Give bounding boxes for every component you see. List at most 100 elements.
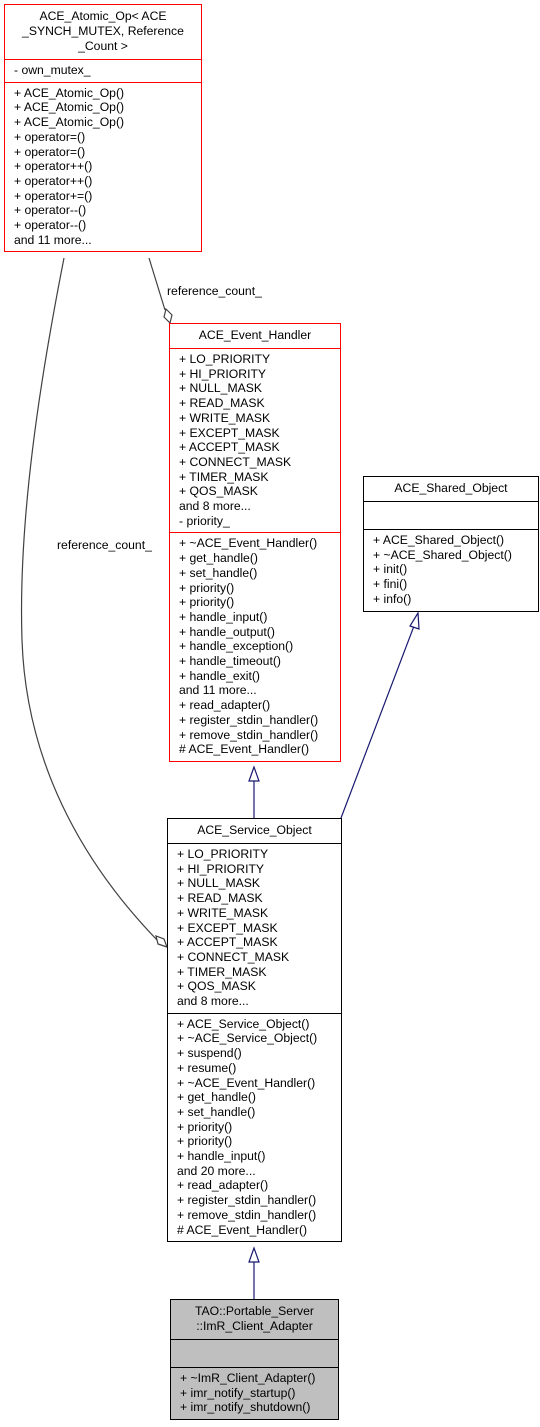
member-method[interactable]: + set_handle() xyxy=(179,566,334,581)
edge-inherit-shared-object xyxy=(340,625,415,819)
member-method[interactable]: + ~ACE_Event_Handler() xyxy=(179,536,334,551)
member-method[interactable]: + suspend() xyxy=(177,1046,335,1061)
member-attribute[interactable]: and 8 more... xyxy=(177,994,335,1009)
attributes-section: + LO_PRIORITY + HI_PRIORITY + NULL_MASK + R… xyxy=(168,843,341,1013)
member-method[interactable]: + imr_notify_startup() xyxy=(180,1386,332,1401)
member-attribute[interactable]: + QOS_MASK xyxy=(179,484,334,499)
member-attribute[interactable]: + NULL_MASK xyxy=(179,381,334,396)
member-method[interactable]: + operator++() xyxy=(14,159,195,174)
member-method[interactable]: + remove_stdin_handler() xyxy=(179,728,334,743)
member-method[interactable]: + handle_exception() xyxy=(179,639,334,654)
member-attribute[interactable]: + READ_MASK xyxy=(177,891,335,906)
member-method[interactable]: + operator--() xyxy=(14,218,195,233)
member-method[interactable]: + read_adapter() xyxy=(179,698,334,713)
member-attribute[interactable]: + TIMER_MASK xyxy=(179,470,334,485)
title-line: _SYNCH_MUTEX, Reference xyxy=(22,24,184,38)
member-attribute[interactable]: + TIMER_MASK xyxy=(177,965,335,980)
member-attribute[interactable]: + ACCEPT_MASK xyxy=(177,935,335,950)
member-method[interactable]: and 11 more... xyxy=(179,683,334,698)
edge-reference-count-event-handler xyxy=(148,257,166,311)
member-method[interactable]: + init() xyxy=(373,562,532,577)
member-method[interactable]: and 11 more... xyxy=(14,233,195,248)
class-ace-atomic-op[interactable]: ACE_Atomic_Op< ACE _SYNCH_MUTEX, Referen… xyxy=(4,4,202,253)
member-method[interactable]: + get_handle() xyxy=(177,1090,335,1105)
methods-section: + ~ACE_Event_Handler() + get_handle() + se… xyxy=(170,532,340,761)
member-method[interactable]: + operator++() xyxy=(14,174,195,189)
member-attribute[interactable]: + CONNECT_MASK xyxy=(179,455,334,470)
class-ace-shared-object[interactable]: ACE_Shared_Object + ACE_Shared_Object() +… xyxy=(363,476,539,612)
class-ace-event-handler[interactable]: ACE_Event_Handler + LO_PRIORITY + HI_PRIO… xyxy=(169,323,341,762)
member-method[interactable]: + fini() xyxy=(373,577,532,592)
member-method[interactable]: # ACE_Event_Handler() xyxy=(177,1223,335,1238)
methods-section: + ACE_Atomic_Op() + ACE_Atomic_Op() + ACE_… xyxy=(5,81,201,252)
methods-section: + ACE_Service_Object() + ~ACE_Service_Obj… xyxy=(168,1012,341,1242)
member-method[interactable]: + priority() xyxy=(179,595,334,610)
member-method[interactable]: + register_stdin_handler() xyxy=(177,1193,335,1208)
member-method[interactable]: + set_handle() xyxy=(177,1105,335,1120)
member-method[interactable]: + ~ACE_Shared_Object() xyxy=(373,548,532,563)
member-attribute[interactable]: + WRITE_MASK xyxy=(177,906,335,921)
member-method[interactable]: + ACE_Atomic_Op() xyxy=(14,100,195,115)
attributes-section xyxy=(171,1339,338,1367)
member-method[interactable]: + priority() xyxy=(177,1134,335,1149)
member-attribute[interactable]: + LO_PRIORITY xyxy=(177,847,335,862)
member-method[interactable]: + operator--() xyxy=(14,203,195,218)
member-attribute[interactable]: + CONNECT_MASK xyxy=(177,950,335,965)
class-title: ACE_Shared_Object xyxy=(364,477,538,501)
title-line: ACE_Service_Object xyxy=(197,823,312,837)
member-method[interactable]: + resume() xyxy=(177,1061,335,1076)
member-attribute[interactable]: - priority_ xyxy=(179,514,334,529)
member-method[interactable]: + handle_input() xyxy=(179,610,334,625)
edge-label-reference-count: reference_count_ xyxy=(57,538,152,552)
member-attribute[interactable]: + HI_PRIORITY xyxy=(177,862,335,877)
member-method[interactable]: + register_stdin_handler() xyxy=(179,713,334,728)
member-method[interactable]: + priority() xyxy=(177,1120,335,1135)
member-attribute[interactable]: and 8 more... xyxy=(179,499,334,514)
attributes-section: - own_mutex_ xyxy=(5,59,201,82)
edge-reference-count-service-object xyxy=(20,257,158,941)
edge-label-reference-count: reference_count_ xyxy=(167,284,262,298)
title-line: ACE_Shared_Object xyxy=(394,481,508,495)
member-attribute[interactable]: + ACCEPT_MASK xyxy=(179,440,334,455)
member-attribute[interactable]: + EXCEPT_MASK xyxy=(179,426,334,441)
member-method[interactable]: and 20 more... xyxy=(177,1164,335,1179)
member-attribute[interactable]: + QOS_MASK xyxy=(177,979,335,994)
member-attribute[interactable]: + EXCEPT_MASK xyxy=(177,921,335,936)
member-method[interactable]: + info() xyxy=(373,592,532,607)
member-attribute[interactable]: + NULL_MASK xyxy=(177,876,335,891)
title-line: _Count > xyxy=(78,39,128,53)
title-line: ACE_Event_Handler xyxy=(198,328,312,342)
inheritance-arrow-icon xyxy=(248,765,260,782)
member-method[interactable]: + handle_timeout() xyxy=(179,654,334,669)
member-attribute[interactable]: + HI_PRIORITY xyxy=(179,367,334,382)
member-method[interactable]: + imr_notify_shutdown() xyxy=(180,1400,332,1415)
member-attribute[interactable]: + WRITE_MASK xyxy=(179,411,334,426)
member-attribute[interactable]: + READ_MASK xyxy=(179,396,334,411)
member-method[interactable]: + get_handle() xyxy=(179,551,334,566)
attributes-section xyxy=(364,501,538,529)
member-method[interactable]: # ACE_Event_Handler() xyxy=(179,742,334,757)
member-method[interactable]: + ACE_Atomic_Op() xyxy=(14,86,195,101)
member-method[interactable]: + read_adapter() xyxy=(177,1178,335,1193)
member-method[interactable]: + handle_input() xyxy=(177,1149,335,1164)
member-method[interactable]: + operator=() xyxy=(14,145,195,160)
member-method[interactable]: + handle_output() xyxy=(179,625,334,640)
member-method[interactable]: + ACE_Atomic_Op() xyxy=(14,115,195,130)
member-method[interactable]: + ~ACE_Service_Object() xyxy=(177,1031,335,1046)
member-attribute[interactable]: + LO_PRIORITY xyxy=(179,352,334,367)
member-method[interactable]: + ACE_Service_Object() xyxy=(177,1017,335,1032)
member-attribute[interactable]: - own_mutex_ xyxy=(14,63,195,78)
member-method[interactable]: + operator+=() xyxy=(14,189,195,204)
methods-section: + ACE_Shared_Object() + ~ACE_Shared_Objec… xyxy=(364,529,538,611)
member-method[interactable]: + operator=() xyxy=(14,130,195,145)
class-ace-service-object[interactable]: ACE_Service_Object + LO_PRIORITY + HI_PRI… xyxy=(167,818,342,1243)
member-method[interactable]: + ~ImR_Client_Adapter() xyxy=(180,1371,332,1386)
class-title: ACE_Service_Object xyxy=(168,819,341,843)
member-method[interactable]: + handle_exit() xyxy=(179,669,334,684)
member-method[interactable]: + ~ACE_Event_Handler() xyxy=(177,1076,335,1091)
class-imr-client-adapter[interactable]: TAO::Portable_Server ::ImR_Client_Adapte… xyxy=(170,1299,339,1421)
member-method[interactable]: + ACE_Shared_Object() xyxy=(373,533,532,548)
member-method[interactable]: + remove_stdin_handler() xyxy=(177,1208,335,1223)
member-method[interactable]: + priority() xyxy=(179,581,334,596)
class-title: ACE_Event_Handler xyxy=(170,324,340,348)
